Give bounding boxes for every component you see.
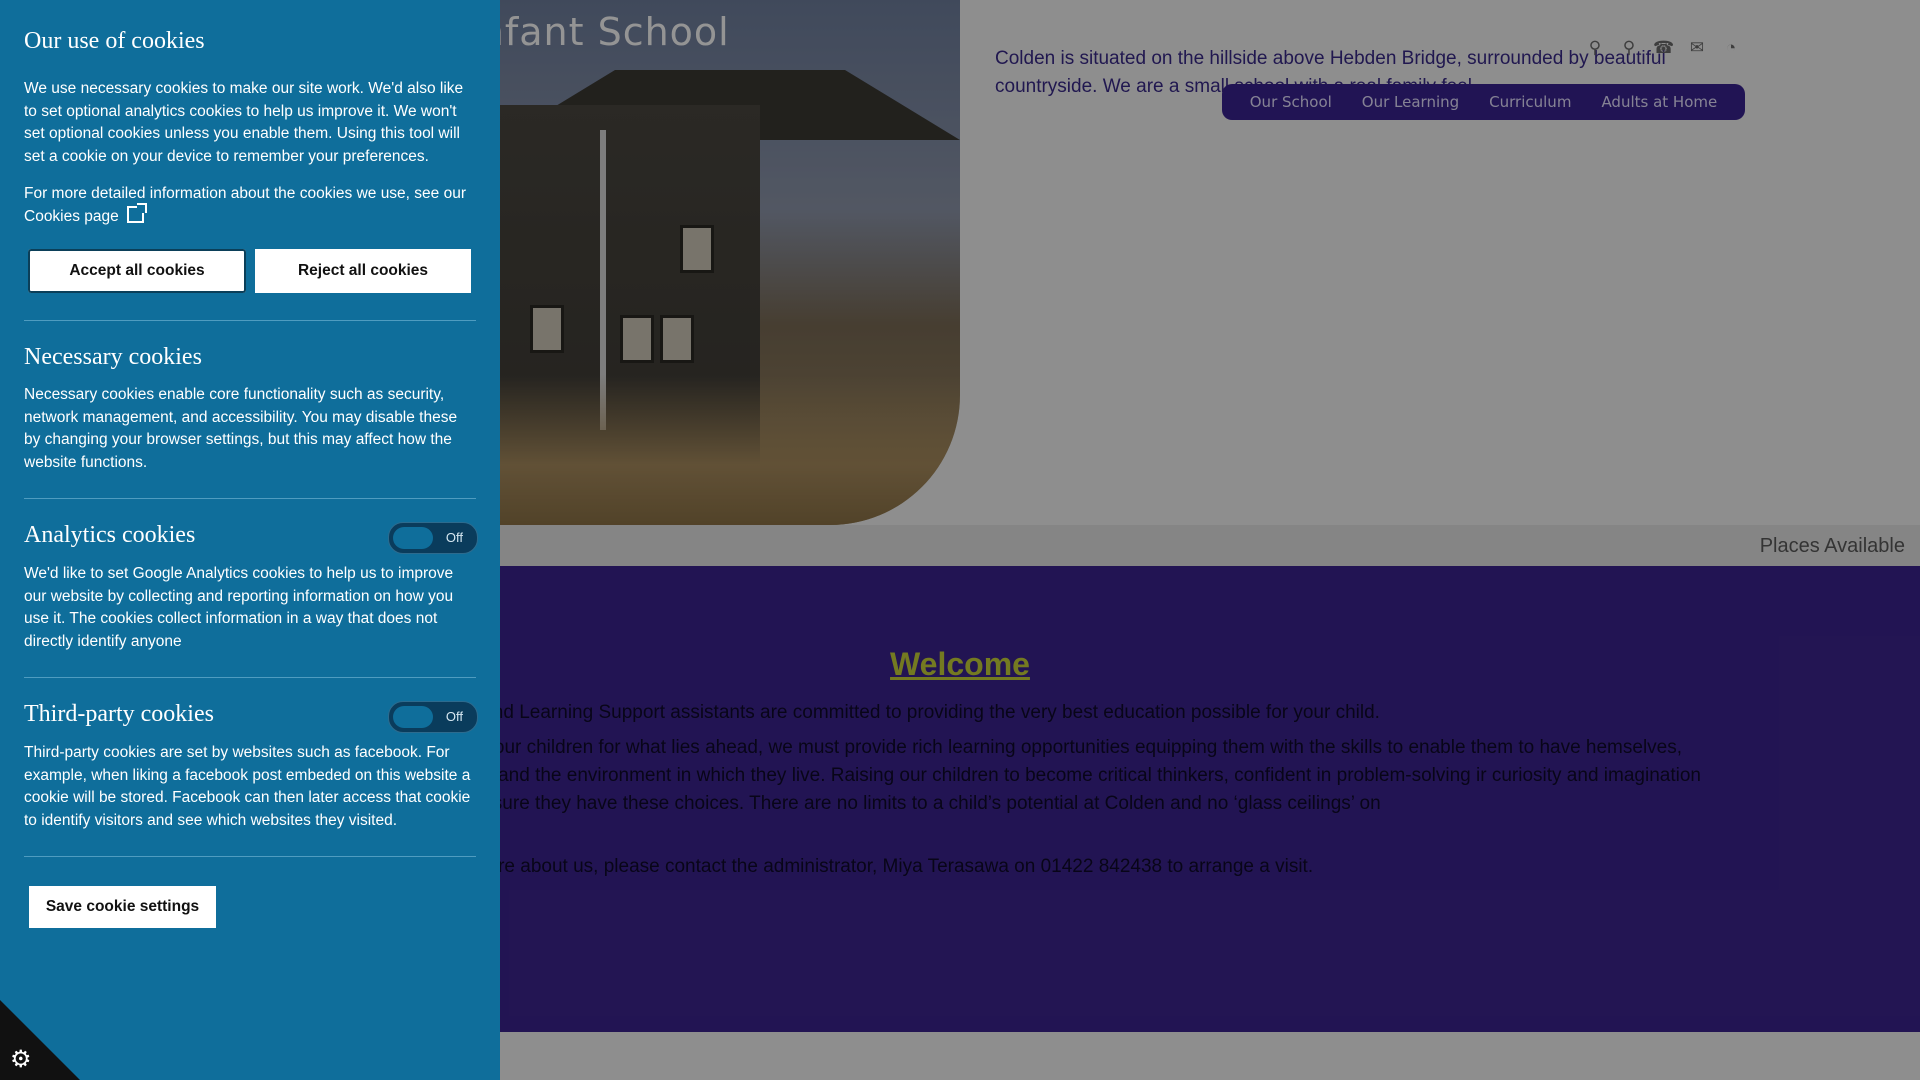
cookie-more-info-text: For more detailed information about the … bbox=[24, 185, 466, 202]
cookie-panel-title: Our use of cookies bbox=[24, 28, 205, 54]
accept-all-cookies-button[interactable]: Accept all cookies bbox=[28, 249, 246, 293]
divider bbox=[24, 320, 476, 321]
external-link-icon bbox=[126, 202, 147, 223]
necessary-cookies-title: Necessary cookies bbox=[24, 344, 202, 370]
thirdparty-toggle-state: Off bbox=[445, 709, 463, 724]
cookie-panel: Our use of cookies We use necessary cook… bbox=[0, 0, 500, 1080]
cookies-page-link[interactable]: Cookies page bbox=[24, 202, 147, 225]
toggle-knob bbox=[393, 527, 433, 549]
gear-icon[interactable]: ⚙ bbox=[10, 1045, 32, 1074]
divider bbox=[24, 856, 476, 857]
thirdparty-cookies-toggle[interactable]: Off bbox=[388, 701, 478, 733]
thirdparty-cookies-text: Third-party cookies are set by websites … bbox=[24, 744, 471, 829]
analytics-toggle-state: Off bbox=[445, 530, 463, 545]
cookie-more-info: For more detailed information about the … bbox=[24, 183, 474, 228]
necessary-cookies-text: Necessary cookies enable core functional… bbox=[24, 386, 458, 471]
divider bbox=[24, 498, 476, 499]
thirdparty-cookies-title: Third-party cookies bbox=[24, 701, 214, 727]
analytics-cookies-toggle[interactable]: Off bbox=[388, 522, 478, 554]
analytics-cookies-title: Analytics cookies bbox=[24, 522, 196, 548]
analytics-cookies-text: We'd like to set Google Analytics cookie… bbox=[24, 565, 454, 650]
save-cookie-settings-button[interactable]: Save cookie settings bbox=[29, 886, 216, 928]
cookie-intro: We use necessary cookies to make our sit… bbox=[24, 80, 464, 165]
toggle-knob bbox=[393, 706, 433, 728]
cookies-page-link-text[interactable]: Cookies page bbox=[24, 208, 119, 225]
reject-all-cookies-button[interactable]: Reject all cookies bbox=[255, 249, 471, 293]
divider bbox=[24, 677, 476, 678]
